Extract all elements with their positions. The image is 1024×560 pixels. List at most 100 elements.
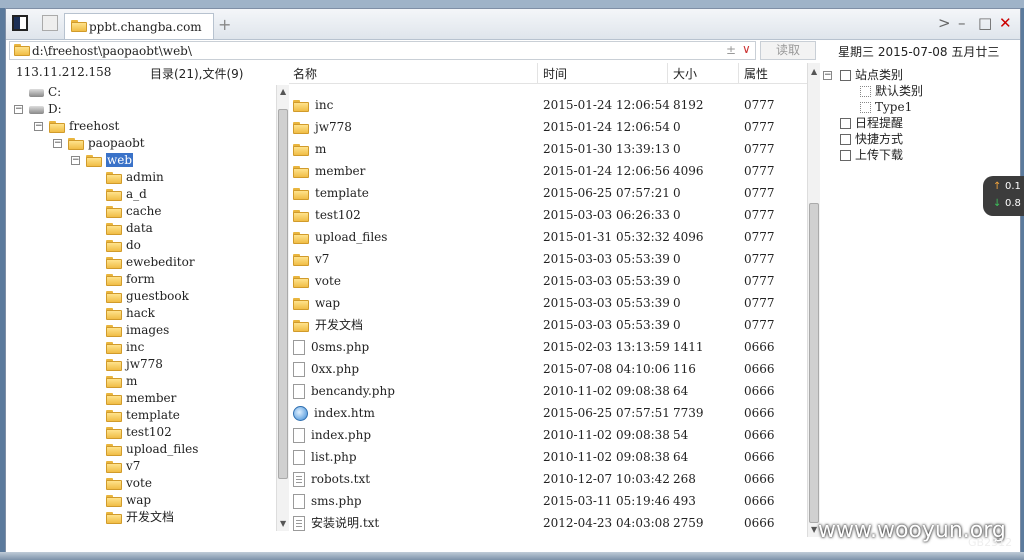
- tree-node-folder[interactable]: guestbook: [106, 288, 189, 305]
- file-row[interactable]: robots.txt 2010-12-07 10:03:42 268 0666: [289, 468, 809, 490]
- collapse-toggle[interactable]: −: [53, 139, 62, 148]
- header-attr[interactable]: 属性: [744, 65, 768, 82]
- folder-icon: [106, 222, 122, 235]
- tree-node-folder[interactable]: 开发文档: [106, 509, 174, 526]
- path-input[interactable]: d:\freehost\paopaobt\web\ ± ∨: [9, 41, 756, 60]
- file-row[interactable]: m 2015-01-30 13:39:13 0 0777: [289, 138, 809, 160]
- tree-node-folder[interactable]: images: [106, 322, 169, 339]
- network-speed-widget[interactable]: ↑ 0.1 ↓ 0.8: [983, 176, 1024, 216]
- tab-list-icon[interactable]: [42, 15, 58, 31]
- file-name: test102: [315, 208, 361, 222]
- scroll-down-icon[interactable]: ▼: [811, 525, 817, 534]
- file-name-cell: vote: [293, 270, 341, 292]
- file-name-cell: jw778: [293, 116, 352, 138]
- date-display: 星期三 2015-07-08 五月廿三: [838, 45, 1000, 59]
- side-upload[interactable]: 上传下载: [840, 147, 903, 163]
- file-row[interactable]: jw778 2015-01-24 12:06:54 0 0777: [289, 116, 809, 138]
- folder-icon: [106, 460, 122, 473]
- file-attr: 0666: [744, 406, 775, 420]
- folder-icon: [106, 426, 122, 439]
- scroll-up-icon[interactable]: ▲: [811, 67, 817, 76]
- item-icon: [860, 102, 871, 113]
- tab-active[interactable]: ppbt.changba.com: [64, 13, 214, 39]
- tree-scrollbar[interactable]: ▲ ▼: [276, 85, 289, 531]
- file-row[interactable]: index.php 2010-11-02 09:08:38 54 0666: [289, 424, 809, 446]
- tree-node-paopaobt[interactable]: paopaobt: [68, 135, 145, 152]
- tree-node-folder[interactable]: vote: [106, 475, 152, 492]
- tree-node-folder[interactable]: jw778: [106, 356, 163, 373]
- minimize-button[interactable]: –: [958, 14, 966, 32]
- close-button[interactable]: ✕: [999, 14, 1012, 32]
- forward-arrow-icon[interactable]: >: [938, 14, 951, 32]
- new-tab-button[interactable]: +: [218, 15, 231, 34]
- tree-node-folder[interactable]: wap: [106, 492, 151, 509]
- panel-toggle-icon[interactable]: [12, 15, 28, 31]
- tree-node-folder[interactable]: upload_files: [106, 441, 198, 458]
- file-row[interactable]: member 2015-01-24 12:06:56 4096 0777: [289, 160, 809, 182]
- tree-node-folder[interactable]: test102: [106, 424, 172, 441]
- chevron-down-icon[interactable]: ∨: [742, 42, 751, 56]
- file-row[interactable]: inc 2015-01-24 12:06:54 8192 0777: [289, 94, 809, 116]
- folder-icon: [106, 205, 122, 218]
- scroll-down-icon[interactable]: ▼: [280, 519, 286, 528]
- header-size[interactable]: 大小: [673, 65, 697, 82]
- collapse-toggle[interactable]: −: [71, 156, 80, 165]
- collapse-toggle[interactable]: −: [34, 122, 43, 131]
- tree-node-web[interactable]: web: [86, 152, 134, 169]
- tree-node-folder[interactable]: cache: [106, 203, 161, 220]
- tree-node-folder[interactable]: a_d: [106, 186, 147, 203]
- tree-node-d-drive[interactable]: D:: [29, 101, 62, 118]
- side-schedule[interactable]: 日程提醒: [840, 115, 903, 131]
- file-row[interactable]: wap 2015-03-03 05:53:39 0 0777: [289, 292, 809, 314]
- tree-node-folder[interactable]: inc: [106, 339, 144, 356]
- file-attr: 0777: [744, 230, 775, 244]
- tree-node-folder[interactable]: do: [106, 237, 141, 254]
- side-type1[interactable]: Type1: [860, 99, 912, 115]
- tree-node-folder[interactable]: admin: [106, 169, 164, 186]
- file-row[interactable]: 0xx.php 2015-07-08 04:10:06 116 0666: [289, 358, 809, 380]
- file-row[interactable]: 安装说明.txt 2012-04-23 04:03:08 2759 0666: [289, 512, 809, 534]
- file-row[interactable]: 开发文档 2015-03-03 05:53:39 0 0777: [289, 314, 809, 336]
- header-name[interactable]: 名称: [293, 65, 317, 82]
- list-scroll-thumb[interactable]: [809, 203, 819, 523]
- plus-minus-icon[interactable]: ±: [726, 43, 736, 57]
- tree-node-folder[interactable]: template: [106, 407, 180, 424]
- file-attr: 0666: [744, 450, 775, 464]
- file-row[interactable]: upload_files 2015-01-31 05:32:32 4096 0777: [289, 226, 809, 248]
- file-row[interactable]: v7 2015-03-03 05:53:39 0 0777: [289, 248, 809, 270]
- upload-speed: 0.1: [1005, 181, 1021, 192]
- file-name: 安装说明.txt: [311, 516, 380, 530]
- folder-icon: [293, 253, 309, 266]
- tree-node-folder[interactable]: form: [106, 271, 155, 288]
- side-default-category[interactable]: 默认类别: [860, 83, 923, 99]
- tree-node-folder[interactable]: v7: [106, 458, 140, 475]
- file-row[interactable]: sms.php 2015-03-11 05:19:46 493 0666: [289, 490, 809, 512]
- maximize-button[interactable]: □: [978, 14, 992, 32]
- file-row[interactable]: index.htm 2015-06-25 07:57:51 7739 0666: [289, 402, 809, 424]
- list-header: 名称 时间 大小 属性: [289, 63, 809, 84]
- file-row[interactable]: bencandy.php 2010-11-02 09:08:38 64 0666: [289, 380, 809, 402]
- file-row[interactable]: vote 2015-03-03 05:53:39 0 0777: [289, 270, 809, 292]
- tree-node-folder[interactable]: member: [106, 390, 176, 407]
- tree-scroll-thumb[interactable]: [278, 109, 288, 479]
- header-time[interactable]: 时间: [543, 65, 567, 82]
- file-row[interactable]: list.php 2010-11-02 09:08:38 64 0666: [289, 446, 809, 468]
- file-row[interactable]: test102 2015-03-03 06:26:33 0 0777: [289, 204, 809, 226]
- tree-node-c-drive[interactable]: C:: [29, 84, 61, 101]
- collapse-toggle[interactable]: −: [823, 71, 832, 80]
- file-name-cell: template: [293, 182, 369, 204]
- tree-node-folder[interactable]: data: [106, 220, 153, 237]
- scroll-up-icon[interactable]: ▲: [280, 87, 286, 96]
- tree-node-folder[interactable]: hack: [106, 305, 155, 322]
- browser-file-icon: [293, 406, 308, 421]
- tree-node-folder[interactable]: ewebeditor: [106, 254, 195, 271]
- side-shortcut[interactable]: 快捷方式: [840, 131, 903, 147]
- file-row[interactable]: 0sms.php 2015-02-03 13:13:59 1411 0666: [289, 336, 809, 358]
- side-site-category[interactable]: 站点类别: [840, 67, 903, 83]
- tree-node-folder[interactable]: m: [106, 373, 137, 390]
- file-row[interactable]: template 2015-06-25 07:57:21 0 0777: [289, 182, 809, 204]
- collapse-toggle[interactable]: −: [14, 105, 23, 114]
- header-separator: [537, 63, 538, 83]
- read-button[interactable]: 读取: [760, 41, 816, 60]
- tree-node-freehost[interactable]: freehost: [49, 118, 119, 135]
